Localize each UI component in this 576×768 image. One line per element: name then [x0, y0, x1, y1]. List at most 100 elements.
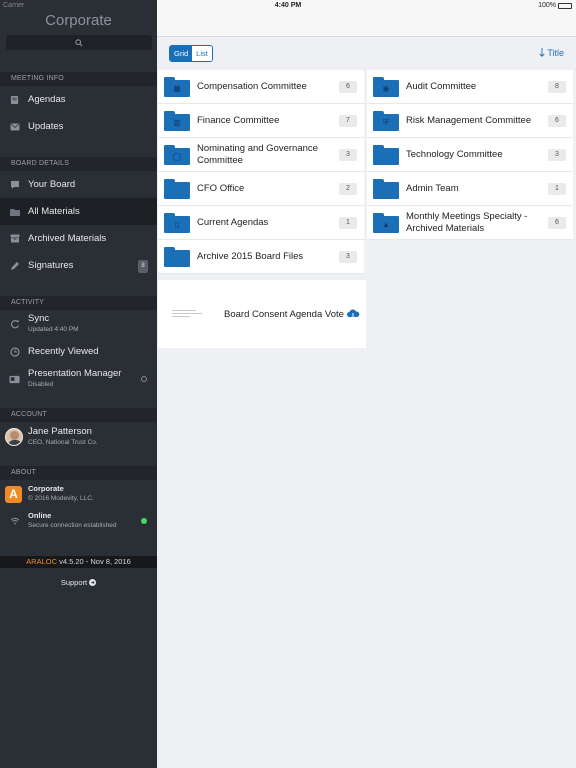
wifi-icon [9, 516, 20, 527]
sidebar-item-label: Updates [28, 121, 64, 132]
folder-name: Risk Management Committee [406, 114, 532, 126]
arrow-right-circle-icon [89, 579, 97, 586]
online-status-dot [141, 518, 147, 524]
chat-icon [9, 179, 20, 190]
status-bar: Carrier 4:40 PM 100% [0, 0, 576, 12]
brand-label: ARALOC [26, 557, 58, 566]
cloud-download-icon[interactable] [346, 308, 360, 320]
account-row[interactable]: Jane Patterson CEO, National Trust Co. [0, 422, 157, 452]
folder-card[interactable]: ⛨ Risk Management Committee 6 [367, 104, 573, 138]
mail-icon [9, 121, 20, 132]
sort-label: Title [547, 47, 564, 58]
sidebar-item-recently-viewed[interactable]: Recently Viewed [0, 338, 157, 365]
folder-name: Technology Committee [406, 148, 503, 160]
presentation-toggle[interactable] [141, 376, 147, 382]
document-thumbnail [170, 294, 210, 334]
sidebar-item-agendas[interactable]: Agendas [0, 86, 157, 113]
clock-icon [9, 346, 20, 357]
folder-icon: ◯ [164, 144, 190, 165]
folder-card[interactable]: Admin Team 1 [367, 172, 573, 206]
folder-name: Archive 2015 Board Files [197, 250, 304, 262]
folder-name: Monthly Meetings Specialty - Archived Ma… [406, 210, 528, 234]
sidebar-item-label: Signatures [28, 260, 74, 271]
sidebar-title: Corporate [45, 12, 112, 29]
folder-name: Current Agendas [197, 216, 269, 228]
folder-count: 6 [548, 114, 566, 127]
folder-icon: ⛨ [373, 110, 399, 131]
sidebar-item-label: All Materials [28, 206, 80, 217]
folder-icon: ▯ [164, 212, 190, 233]
folder-card[interactable]: CFO Office 2 [158, 172, 364, 206]
account-name: Jane Patterson [28, 426, 92, 438]
archive-icon [9, 233, 20, 244]
folder-icon [373, 178, 399, 199]
folder-icon [164, 246, 190, 267]
folder-name: CFO Office [197, 182, 245, 194]
folder-icon: ◉ [373, 76, 399, 97]
folder-card[interactable]: Technology Committee 3 [367, 138, 573, 172]
connection-label: Online [28, 511, 52, 521]
battery-icon [558, 2, 572, 9]
list-view-button[interactable]: List [192, 46, 212, 61]
document-name: Board Consent Agenda Vote [224, 308, 344, 320]
view-toggle: Grid List [169, 45, 213, 62]
sidebar-search[interactable] [6, 35, 152, 50]
connection-status: Secure connection established [28, 522, 117, 530]
folder-card[interactable]: ▯ Current Agendas 1 [158, 206, 364, 240]
sidebar-item-signatures[interactable]: Signatures 8 [0, 252, 157, 279]
sidebar-item-label: Your Board [28, 179, 76, 190]
folder-count: 6 [339, 80, 357, 93]
sidebar-item-updates[interactable]: Updates [0, 113, 157, 140]
support-label: Support [60, 578, 88, 587]
folder-card[interactable]: ◯ Nominating and Governance Committee 3 [158, 138, 364, 172]
folder-card[interactable]: ▥ Finance Committee 7 [158, 104, 364, 138]
about-app-row: A Corporate © 2016 Modevity, LLC. [0, 481, 157, 507]
battery-percent: 100% [538, 2, 556, 9]
clock: 4:40 PM [274, 2, 302, 9]
sort-button[interactable]: Title [539, 47, 564, 58]
folder-card[interactable]: ▦ Compensation Committee 6 [158, 70, 364, 104]
signatures-badge: 8 [138, 260, 148, 273]
sidebar-item-label: Agendas [28, 94, 66, 105]
folder-icon: ▦ [164, 76, 190, 97]
folder-icon [373, 144, 399, 165]
folder-count: 1 [548, 182, 566, 195]
folder-icon [164, 178, 190, 199]
folder-card[interactable]: ◉ Audit Committee 8 [367, 70, 573, 104]
version-bar: ARALOC v4.5.20 - Nov 8, 2016 [0, 556, 157, 568]
main-content: Grid List Title ▦ Compensation Committee… [157, 0, 576, 768]
folder-name: Finance Committee [197, 114, 280, 126]
pen-icon [9, 260, 20, 271]
sidebar-item-archived-materials[interactable]: Archived Materials [0, 225, 157, 252]
sidebar-item-sync[interactable]: Sync Updated 4:40 PM [0, 310, 157, 338]
sidebar: Corporate MEETING INFO Agendas Updates B… [0, 0, 157, 768]
folder-name: Compensation Committee [197, 80, 307, 92]
sync-icon [9, 319, 20, 330]
folder-card[interactable]: ▲ Monthly Meetings Specialty - Archived … [367, 206, 573, 240]
sync-label: Sync [28, 313, 50, 325]
folder-count: 3 [548, 148, 566, 161]
app-name: Corporate [28, 484, 64, 494]
section-meeting-info: MEETING INFO [0, 72, 157, 86]
folder-name: Nominating and Governance Committee [197, 142, 318, 166]
grid-view-button[interactable]: Grid [170, 46, 193, 61]
app-logo-icon: A [5, 485, 22, 503]
folder-count: 3 [339, 148, 357, 161]
document-card[interactable]: Board Consent Agenda Vote [158, 280, 366, 348]
support-link[interactable]: Support [0, 578, 157, 587]
search-icon [75, 38, 83, 47]
avatar [5, 428, 23, 446]
section-board-details: BOARD DETAILS [0, 157, 157, 171]
sidebar-item-all-materials[interactable]: All Materials [0, 198, 157, 225]
version-label: v4.5.20 - Nov 8, 2016 [57, 557, 131, 566]
section-activity: ACTIVITY [0, 296, 157, 310]
section-account: ACCOUNT [0, 408, 157, 422]
sync-status: Updated 4:40 PM [28, 326, 79, 334]
folder-card[interactable]: Archive 2015 Board Files 3 [158, 240, 364, 274]
section-about: ABOUT [0, 466, 157, 480]
sidebar-item-your-board[interactable]: Your Board [0, 171, 157, 198]
folder-count: 2 [339, 182, 357, 195]
sidebar-item-label: Archived Materials [28, 233, 107, 244]
folder-count: 1 [339, 216, 357, 229]
sidebar-item-presentation-manager[interactable]: Presentation Manager Disabled [0, 365, 157, 393]
